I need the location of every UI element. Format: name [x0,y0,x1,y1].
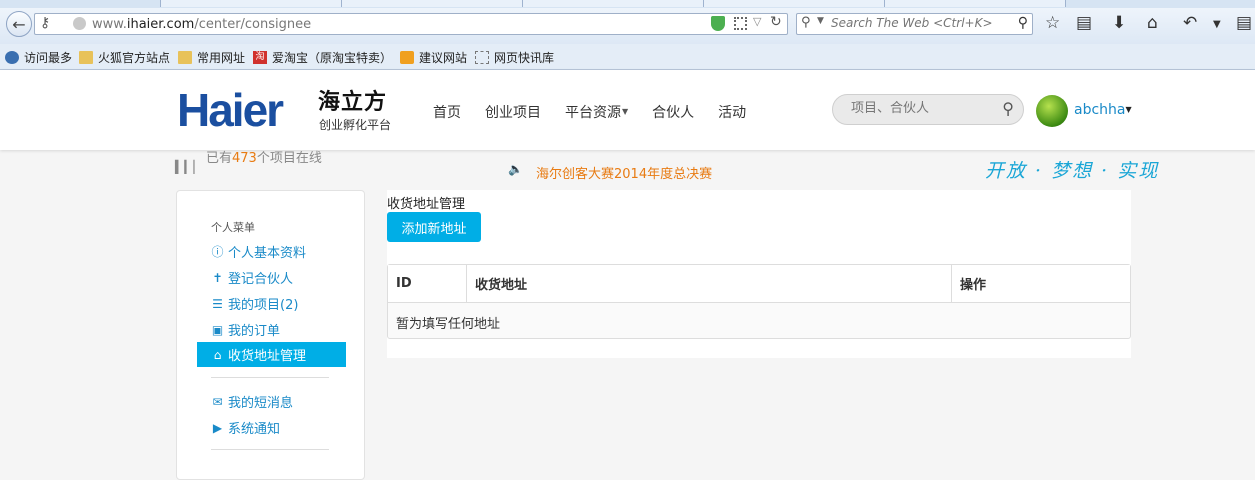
user-menu[interactable]: abchha▼ [1074,102,1132,118]
bookmark-most-visited[interactable]: 访问最多 [5,49,72,66]
menu-icon[interactable]: ▤ [1236,14,1252,32]
caret-down-icon: ▼ [1125,105,1132,114]
bookmark-suggested-sites[interactable]: 建议网站 [400,49,467,66]
empty-table-message: 暂为填写任何地址 [396,317,501,332]
bookmark-web-slices[interactable]: 网页快讯库 [475,49,554,66]
sidebar-item-my-projects[interactable]: ☰ 我的项目(2) [197,291,346,316]
web-search-input[interactable] [831,16,1001,30]
bar-chart-icon: ▍▎▏ [175,160,203,174]
address-bar[interactable]: ⚷ www.ihaier.com/center/consignee ▽ ↻ [34,13,788,35]
sidebar-item-register-partner[interactable]: ✝ 登记合伙人 [197,265,346,290]
avatar[interactable] [1036,95,1068,127]
caret-down-icon: ▼ [622,107,629,116]
site-search-box[interactable]: ⚲ [832,94,1024,125]
search-icon[interactable]: ⚲ [1002,99,1014,118]
star-icon[interactable]: ☆ [1045,14,1060,32]
browser-tab[interactable] [522,0,704,7]
project-count-ticker: 已有473个项目在线 [206,151,322,166]
url-text[interactable]: www.ihaier.com/center/consignee [92,17,311,32]
address-table: ID 收货地址 操作 暂为填写任何地址 [387,264,1131,339]
reload-icon[interactable]: ↻ [770,14,782,30]
site-header: Haier 海立方 创业孵化平台 首页 创业项目 平台资源▼ 合伙人 活动 ⚲ … [0,70,1255,150]
haier-logo[interactable]: Haier [177,87,284,133]
back-button[interactable]: ← [6,11,32,37]
menu-divider [211,449,329,450]
undo-icon[interactable]: ↶ [1183,14,1197,32]
bookmark-firefox-site[interactable]: 火狐官方站点 [79,49,170,66]
nav-partners[interactable]: 合伙人 [652,102,694,122]
home-icon: ⌂ [213,347,222,362]
browser-navigation-bar: ← ⚷ www.ihaier.com/center/consignee ▽ ↻ … [0,8,1255,44]
qr-code-icon[interactable] [734,17,747,30]
speaker-icon: 🔈 [508,162,523,176]
column-header-id: ID [396,276,412,291]
back-arrow-icon: ← [12,14,26,34]
logo-subtitle: 创业孵化平台 [319,118,392,132]
column-header-actions: 操作 [951,265,1130,302]
browser-tab[interactable] [884,0,1066,7]
web-search-bar[interactable]: ⚲ ▼ ⚲ [796,13,1033,35]
menu-heading: 个人菜单 [211,221,255,234]
sidebar-item-address-management[interactable]: ⌂ 收货地址管理 [197,342,346,367]
bookmark-common-sites[interactable]: 常用网址 [178,49,245,66]
personal-menu-sidebar: 个人菜单 ⓘ 个人基本资料 ✝ 登记合伙人 ☰ 我的项目(2) ▣ 我的订单 ⌂ 收货地址… [176,190,365,480]
user-icon: ✝ [212,270,223,285]
column-header-address: 收货地址 [466,265,951,302]
browser-tab[interactable] [703,0,885,7]
undo-dropdown-icon[interactable]: ▼ [1213,16,1221,34]
web-slice-icon [475,51,489,64]
page-title: 收货地址管理 [387,197,466,212]
suggested-sites-icon [400,51,414,64]
taobao-icon: 淘 [253,51,267,64]
logo-chinese-name[interactable]: 海立方 [318,90,387,114]
globe-icon [5,51,19,64]
engine-dropdown-icon[interactable]: ▼ [817,16,824,26]
browser-tab[interactable] [160,0,342,7]
bookmarks-toolbar: 访问最多 火狐官方站点 常用网址 淘爱淘宝（原淘宝特卖） 建议网站 网页快讯库 [0,44,1255,70]
cart-icon: ▣ [211,322,224,337]
bookmark-aitaobao[interactable]: 淘爱淘宝（原淘宝特卖） [253,49,392,66]
sidebar-item-messages[interactable]: ✉ 我的短消息 [197,389,346,414]
site-globe-icon [73,17,86,30]
info-icon: ⓘ [211,245,224,259]
slogan: 开放 · 梦想 · 实现 [985,160,1160,182]
announcement-link[interactable]: 海尔创客大赛2014年度总决赛 [536,163,712,182]
site-search-input[interactable] [851,101,991,116]
sidebar-item-profile[interactable]: ⓘ 个人基本资料 [197,239,346,264]
search-engine-icon[interactable]: ⚲ [801,15,811,30]
table-header: ID 收货地址 操作 [388,265,1130,303]
search-icon[interactable]: ⚲ [1018,15,1028,31]
folder-icon [79,51,93,64]
identity-key-icon[interactable]: ⚷ [40,15,50,31]
home-icon[interactable]: ⌂ [1147,14,1158,32]
address-management-panel: 收货地址管理 添加新地址 ID 收货地址 操作 暂为填写任何地址 [387,190,1131,358]
list-icon: ☰ [212,296,223,311]
envelope-icon: ✉ [212,394,223,409]
folder-icon [178,51,192,64]
sidebar-item-my-orders[interactable]: ▣ 我的订单 [197,317,346,342]
download-icon[interactable]: ⬇ [1112,14,1126,32]
reading-list-icon[interactable]: ▤ [1076,14,1092,32]
megaphone-icon: ▶ [212,420,223,435]
nav-events[interactable]: 活动 [718,102,746,122]
shield-icon[interactable] [711,16,725,31]
history-dropdown-icon[interactable]: ▽ [753,15,761,28]
sidebar-item-notifications[interactable]: ▶ 系统通知 [197,415,346,440]
nav-startup-projects[interactable]: 创业项目 [485,102,541,122]
main-navigation: 首页 创业项目 平台资源▼ 合伙人 活动 [433,102,770,122]
browser-tab[interactable] [341,0,523,7]
menu-divider [211,377,329,378]
nav-platform-resources[interactable]: 平台资源▼ [565,102,628,122]
add-address-button[interactable]: 添加新地址 [387,212,481,242]
nav-home[interactable]: 首页 [433,102,461,122]
